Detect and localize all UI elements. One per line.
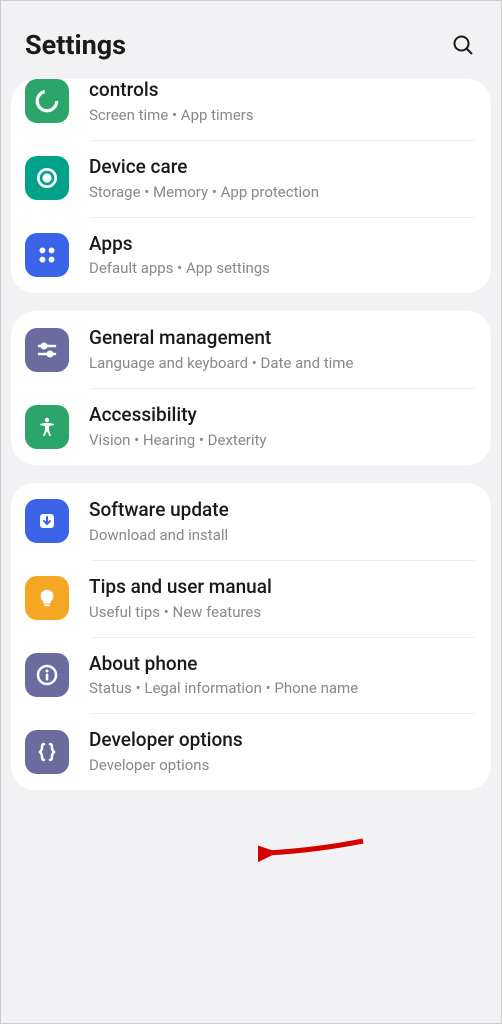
settings-item-text: controls Screen time • App timers <box>89 79 477 124</box>
settings-item-title: controls <box>89 79 477 102</box>
settings-item-subtitle: Status • Legal information • Phone name <box>89 679 477 697</box>
wellbeing-icon <box>25 79 69 123</box>
download-icon <box>25 499 69 543</box>
settings-item-subtitle: Default apps • App settings <box>89 259 477 277</box>
search-icon <box>451 33 475 57</box>
settings-item-text: Tips and user manual Useful tips • New f… <box>89 576 477 621</box>
info-icon <box>25 653 69 697</box>
settings-item-text: General management Language and keyboard… <box>89 327 477 372</box>
settings-item-text: Accessibility Vision • Hearing • Dexteri… <box>89 404 477 449</box>
accessibility-icon <box>25 405 69 449</box>
search-button[interactable] <box>449 31 477 59</box>
settings-item-title: Device care <box>89 156 477 179</box>
settings-item-subtitle: Screen time • App timers <box>89 106 477 124</box>
apps-icon <box>25 233 69 277</box>
settings-group: General management Language and keyboard… <box>11 311 491 465</box>
settings-item-tips[interactable]: Tips and user manual Useful tips • New f… <box>11 560 491 637</box>
settings-item-subtitle: Storage • Memory • App protection <box>89 183 477 201</box>
settings-item-apps[interactable]: Apps Default apps • App settings <box>11 217 491 294</box>
settings-item-title: Software update <box>89 499 477 522</box>
settings-item-text: Device care Storage • Memory • App prote… <box>89 156 477 201</box>
settings-item-subtitle: Language and keyboard • Date and time <box>89 354 477 372</box>
settings-item-device-care[interactable]: Device care Storage • Memory • App prote… <box>11 140 491 217</box>
settings-item-title: Accessibility <box>89 404 477 427</box>
annotation-arrow <box>258 835 368 865</box>
settings-item-text: About phone Status • Legal information •… <box>89 653 477 698</box>
settings-item-accessibility[interactable]: Accessibility Vision • Hearing • Dexteri… <box>11 388 491 465</box>
settings-item-software-update[interactable]: Software update Download and install <box>11 483 491 560</box>
settings-item-text: Apps Default apps • App settings <box>89 233 477 278</box>
settings-item-title: General management <box>89 327 477 350</box>
settings-item-subtitle: Download and install <box>89 526 477 544</box>
braces-icon <box>25 730 69 774</box>
settings-item-developer-options[interactable]: Developer options Developer options <box>11 713 491 790</box>
settings-item-subtitle: Developer options <box>89 756 477 774</box>
settings-item-general-management[interactable]: General management Language and keyboard… <box>11 311 491 388</box>
device-care-icon <box>25 156 69 200</box>
settings-item-title: Tips and user manual <box>89 576 477 599</box>
settings-item-title: Developer options <box>89 729 477 752</box>
settings-item-subtitle: Useful tips • New features <box>89 603 477 621</box>
sliders-icon <box>25 328 69 372</box>
settings-item-title: Apps <box>89 233 477 256</box>
settings-item-about-phone[interactable]: About phone Status • Legal information •… <box>11 637 491 714</box>
page-title: Settings <box>25 29 126 61</box>
settings-item-text: Developer options Developer options <box>89 729 477 774</box>
settings-item-controls[interactable]: controls Screen time • App timers <box>11 79 491 140</box>
settings-item-text: Software update Download and install <box>89 499 477 544</box>
settings-group: controls Screen time • App timers Device… <box>11 79 491 293</box>
lightbulb-icon <box>25 576 69 620</box>
settings-item-title: About phone <box>89 653 477 676</box>
settings-group: Software update Download and install Tip… <box>11 483 491 790</box>
settings-header: Settings <box>1 1 501 79</box>
settings-item-subtitle: Vision • Hearing • Dexterity <box>89 431 477 449</box>
